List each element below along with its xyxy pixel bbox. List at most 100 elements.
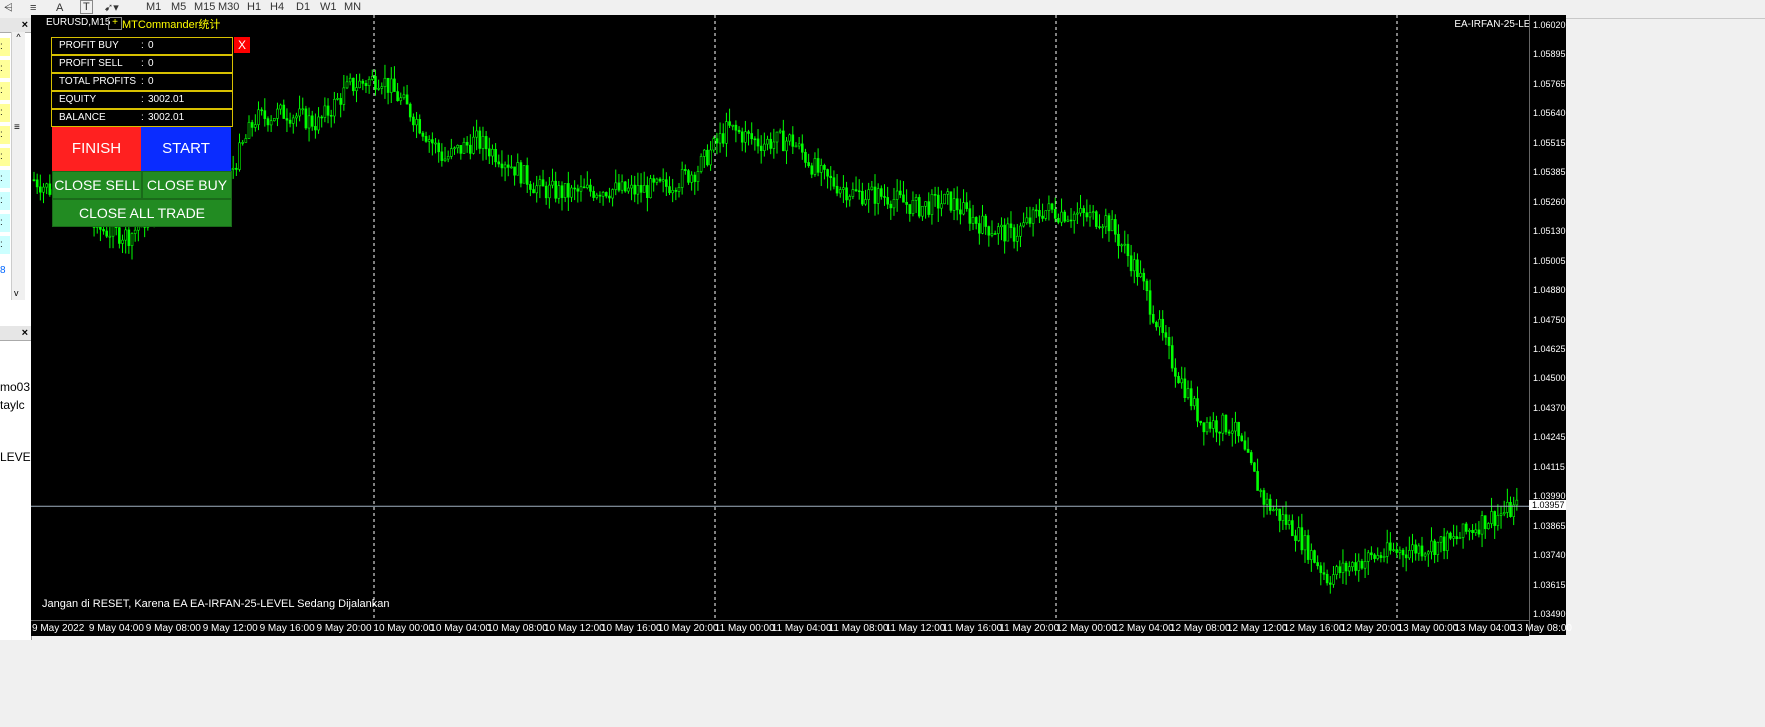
candle <box>1076 202 1079 224</box>
candle <box>371 69 374 81</box>
candle <box>968 200 972 231</box>
timeframe-d1[interactable]: D1 <box>296 0 310 14</box>
list-item[interactable]: : <box>0 104 10 122</box>
candle <box>431 132 434 156</box>
finish-button[interactable]: FINISH <box>52 127 141 171</box>
candle <box>503 161 507 182</box>
start-button[interactable]: START <box>141 127 231 171</box>
candle <box>959 198 962 225</box>
candle <box>1120 243 1123 253</box>
time-tick-label: 9 May 2022 <box>32 623 85 634</box>
close-all-trade-button[interactable]: CLOSE ALL TRADE <box>52 199 232 227</box>
add-indicator-button[interactable]: + <box>108 17 122 30</box>
navigator-item[interactable]: LEVEL <box>0 450 31 464</box>
scrollbar[interactable]: ^ ≡ v <box>11 32 25 300</box>
timeframe-m1[interactable]: M1 <box>146 0 161 14</box>
candle <box>465 136 469 153</box>
channel-tool-icon[interactable]: ≡ <box>30 0 36 16</box>
timeframe-mn[interactable]: MN <box>344 0 361 14</box>
candle <box>598 191 602 204</box>
candle <box>772 128 776 159</box>
profit-sell-row: PROFIT SELL:0 <box>51 55 233 73</box>
timeframe-w1[interactable]: W1 <box>320 0 337 14</box>
list-item[interactable]: : <box>0 60 10 78</box>
timeframe-h4[interactable]: H4 <box>270 0 284 14</box>
candle <box>1088 204 1092 227</box>
candle <box>285 108 289 133</box>
candle <box>1091 205 1095 220</box>
timeframe-h1[interactable]: H1 <box>247 0 261 14</box>
market-watch-close-icon[interactable]: × <box>22 18 28 32</box>
candle <box>1259 488 1263 498</box>
candle <box>823 163 826 180</box>
scroll-grip-icon[interactable]: ≡ <box>14 122 20 133</box>
price-chart[interactable] <box>31 15 1565 635</box>
candle <box>1499 505 1503 529</box>
candle <box>592 186 595 202</box>
candle <box>1240 433 1244 442</box>
timeframe-m5[interactable]: M5 <box>171 0 186 14</box>
candle <box>1439 536 1443 553</box>
candle <box>475 119 478 151</box>
scroll-down-icon[interactable]: v <box>14 288 19 298</box>
candle <box>1249 449 1253 466</box>
candle <box>1338 560 1342 579</box>
timeframe-m30[interactable]: M30 <box>218 0 239 14</box>
navigator-item[interactable]: mo03 <box>0 380 30 394</box>
candle <box>570 185 573 203</box>
list-item[interactable]: : <box>0 192 10 210</box>
candle <box>1281 505 1285 530</box>
candle <box>1344 560 1348 585</box>
list-item[interactable]: : <box>0 148 10 166</box>
navigator-item[interactable]: taylc <box>0 398 25 412</box>
candle <box>630 175 633 201</box>
list-item[interactable]: : <box>0 214 10 232</box>
candle <box>1284 501 1288 530</box>
candle <box>1275 499 1278 516</box>
candle <box>993 230 997 235</box>
arrows-tool-icon[interactable]: ➹▾ <box>104 0 119 16</box>
list-item[interactable]: : <box>0 236 10 254</box>
price-tick-label: 1.03615 <box>1533 579 1566 590</box>
candle <box>405 84 409 105</box>
price-tick-label: 1.03865 <box>1533 520 1566 531</box>
equity-row: EQUITY:3002.01 <box>51 91 233 109</box>
timeframe-m15[interactable]: M15 <box>194 0 215 14</box>
candle <box>516 153 520 176</box>
list-item[interactable]: : <box>0 82 10 100</box>
candle <box>687 168 690 185</box>
candlestick-chart <box>31 15 1529 620</box>
price-tick-label: 1.04625 <box>1533 343 1566 354</box>
close-panel-button[interactable]: X <box>234 37 250 53</box>
candle <box>1006 217 1010 242</box>
candle <box>785 136 788 165</box>
candle <box>235 163 238 176</box>
candle <box>355 74 358 103</box>
navigator-close-icon[interactable]: × <box>22 326 28 340</box>
candle <box>702 149 706 168</box>
candle <box>965 192 969 212</box>
candle <box>712 136 716 153</box>
price-tick-label: 1.03490 <box>1533 609 1566 619</box>
scroll-up-icon[interactable]: ^ <box>12 32 25 42</box>
candle <box>753 136 757 151</box>
candle <box>1196 386 1199 428</box>
candle <box>978 215 981 245</box>
candle <box>627 178 630 194</box>
candle <box>1104 208 1108 235</box>
candle <box>1123 230 1127 254</box>
candle <box>1427 550 1430 567</box>
text-label-tool-button[interactable]: T <box>80 0 93 14</box>
list-item[interactable]: : <box>0 170 10 188</box>
candle <box>1366 549 1370 576</box>
fibonacci-tool-icon[interactable]: ⩤ <box>4 0 13 16</box>
close-sell-button[interactable]: CLOSE SELL <box>52 171 142 199</box>
list-item[interactable]: : <box>0 38 10 56</box>
close-buy-button[interactable]: CLOSE BUY <box>142 171 232 199</box>
list-item[interactable]: : <box>0 126 10 144</box>
text-tool-button[interactable]: A <box>56 0 63 16</box>
candle <box>1445 530 1449 560</box>
candle <box>1110 210 1114 232</box>
candle <box>608 187 611 203</box>
price-tick-label: 1.04500 <box>1533 373 1566 384</box>
